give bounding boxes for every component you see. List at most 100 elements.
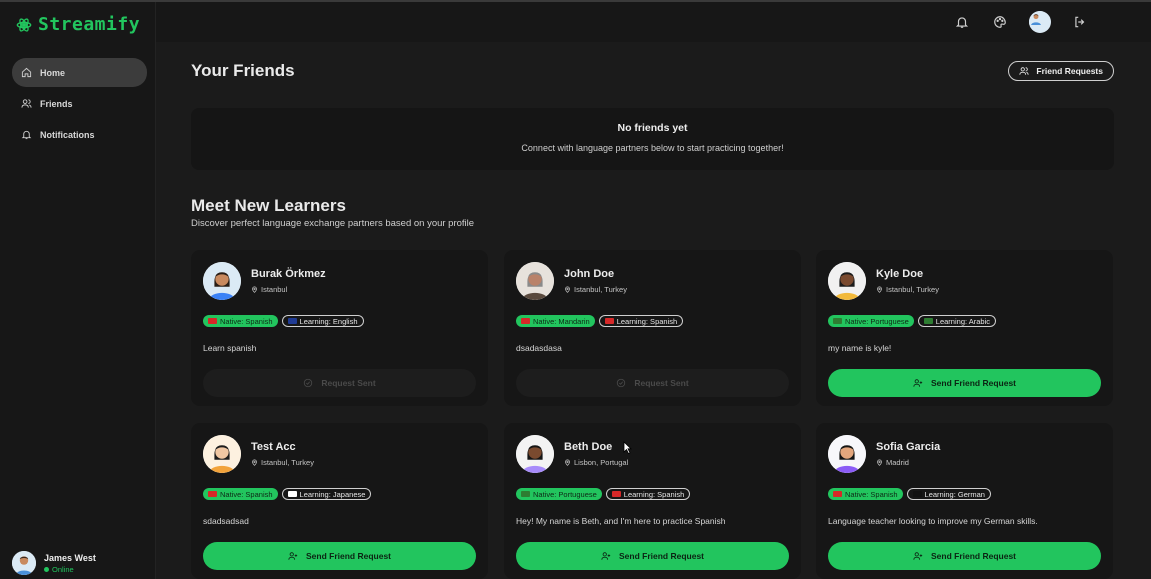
learner-bio: Language teacher looking to improve my G… bbox=[828, 516, 1038, 526]
user-plus-icon bbox=[913, 379, 923, 387]
avatar[interactable] bbox=[1029, 11, 1051, 33]
learning-language-badge: Learning: Spanish bbox=[598, 315, 684, 327]
page-title: Your Friends bbox=[191, 61, 295, 80]
native-language-badge: Native: Spanish bbox=[203, 315, 278, 327]
empty-subtitle: Connect with language partners below to … bbox=[521, 143, 784, 153]
flag-icon bbox=[287, 491, 297, 497]
map-pin-icon bbox=[877, 286, 882, 293]
flag-icon bbox=[833, 491, 842, 497]
learning-language-badge: Learning: Japanese bbox=[281, 488, 372, 500]
flag-icon bbox=[923, 318, 933, 324]
learner-location: Istanbul, Turkey bbox=[564, 285, 627, 294]
user-name: James West bbox=[44, 552, 96, 563]
avatar bbox=[516, 262, 554, 300]
learner-name: Beth Doe bbox=[564, 441, 613, 453]
learner-card: Beth Doe Lisbon, Portugal Native: Portug… bbox=[504, 423, 801, 579]
send-friend-request-button[interactable]: Send Friend Request bbox=[516, 542, 789, 570]
bell-icon bbox=[955, 17, 969, 28]
learner-location: Istanbul bbox=[251, 285, 326, 294]
learner-location: Istanbul, Turkey bbox=[251, 458, 314, 467]
users-icon bbox=[1019, 67, 1029, 75]
learning-language-badge: Learning: German bbox=[906, 488, 991, 500]
learner-bio: my name is kyle! bbox=[828, 343, 892, 353]
atom-icon bbox=[16, 17, 32, 32]
user-plus-icon bbox=[601, 552, 611, 560]
learner-card: Burak Örkmez Istanbul Native: Spanish Le… bbox=[191, 250, 488, 406]
users-icon bbox=[21, 99, 32, 108]
avatar bbox=[516, 435, 554, 473]
app-name: Streamify bbox=[38, 14, 141, 35]
empty-friends-box: No friends yet Connect with language par… bbox=[191, 108, 1114, 170]
learner-name: Sofia Garcia bbox=[876, 441, 941, 453]
flag-icon bbox=[287, 318, 297, 324]
flag-icon bbox=[208, 318, 217, 324]
sidebar: Streamify Home Friends Notifications Jam… bbox=[0, 2, 156, 579]
send-friend-request-button[interactable]: Send Friend Request bbox=[828, 542, 1101, 570]
home-icon bbox=[21, 67, 32, 78]
user-plus-icon bbox=[913, 552, 923, 560]
check-circle-icon bbox=[617, 378, 626, 388]
flag-icon bbox=[611, 491, 621, 497]
native-language-badge: Native: Portuguese bbox=[828, 315, 914, 327]
learner-name: Kyle Doe bbox=[876, 268, 924, 280]
user-plus-icon bbox=[288, 552, 298, 560]
learner-name: Test Acc bbox=[251, 441, 296, 453]
theme-button[interactable] bbox=[991, 13, 1009, 31]
check-circle-icon bbox=[304, 378, 313, 388]
avatar bbox=[203, 435, 241, 473]
flag-icon bbox=[521, 491, 530, 497]
sidebar-item-notifications[interactable]: Notifications bbox=[12, 120, 147, 149]
sidebar-nav: Home Friends Notifications bbox=[12, 58, 147, 151]
top-bar bbox=[156, 2, 1151, 42]
learner-card: Test Acc Istanbul, Turkey Native: Spanis… bbox=[191, 423, 488, 579]
request-sent-button: Request Sent bbox=[516, 369, 789, 397]
send-friend-request-button[interactable]: Send Friend Request bbox=[203, 542, 476, 570]
learner-card: Kyle Doe Istanbul, Turkey Native: Portug… bbox=[816, 250, 1113, 406]
map-pin-icon bbox=[565, 459, 570, 466]
flag-icon bbox=[521, 318, 530, 324]
current-user[interactable]: James West Online bbox=[12, 551, 96, 575]
request-sent-button: Request Sent bbox=[203, 369, 476, 397]
sidebar-item-friends[interactable]: Friends bbox=[12, 89, 147, 118]
flag-icon bbox=[912, 491, 922, 497]
sidebar-item-home[interactable]: Home bbox=[12, 58, 147, 87]
avatar bbox=[828, 262, 866, 300]
native-language-badge: Native: Portuguese bbox=[516, 488, 602, 500]
avatar bbox=[12, 551, 36, 575]
notifications-button[interactable] bbox=[953, 13, 971, 31]
avatar bbox=[828, 435, 866, 473]
learning-language-badge: Learning: Arabic bbox=[917, 315, 996, 327]
app-logo[interactable]: Streamify bbox=[16, 14, 140, 35]
native-language-badge: Native: Spanish bbox=[828, 488, 903, 500]
map-pin-icon bbox=[252, 286, 257, 293]
sidebar-item-label: Notifications bbox=[40, 129, 95, 140]
empty-title: No friends yet bbox=[617, 122, 688, 134]
native-language-badge: Native: Spanish bbox=[203, 488, 278, 500]
learner-bio: Learn spanish bbox=[203, 343, 257, 353]
sidebar-item-label: Friends bbox=[40, 98, 73, 109]
learner-name: Burak Örkmez bbox=[251, 268, 326, 280]
main-content: Your Friends Friend Requests No friends … bbox=[156, 42, 1151, 579]
flag-icon bbox=[604, 318, 614, 324]
map-pin-icon bbox=[877, 459, 882, 466]
native-language-badge: Native: Mandarin bbox=[516, 315, 595, 327]
learner-card: John Doe Istanbul, Turkey Native: Mandar… bbox=[504, 250, 801, 406]
avatar bbox=[203, 262, 241, 300]
bell-icon bbox=[21, 130, 32, 140]
learner-bio: Hey! My name is Beth, and I'm here to pr… bbox=[516, 516, 726, 526]
friend-requests-button[interactable]: Friend Requests bbox=[1008, 61, 1114, 81]
user-status: Online bbox=[44, 565, 96, 574]
learner-location: Madrid bbox=[876, 458, 940, 467]
learning-language-badge: Learning: Spanish bbox=[605, 488, 691, 500]
map-pin-icon bbox=[252, 459, 257, 466]
flag-icon bbox=[208, 491, 217, 497]
online-dot bbox=[44, 566, 49, 572]
map-pin-icon bbox=[565, 286, 570, 293]
logout-button[interactable] bbox=[1071, 13, 1089, 31]
send-friend-request-button[interactable]: Send Friend Request bbox=[828, 369, 1101, 397]
learner-bio: dsadasdasa bbox=[516, 343, 562, 353]
learner-bio: sdadsadsad bbox=[203, 516, 249, 526]
sidebar-item-label: Home bbox=[40, 67, 66, 78]
mouse-cursor bbox=[623, 441, 632, 454]
section-subtitle: Discover perfect language exchange partn… bbox=[191, 218, 475, 229]
